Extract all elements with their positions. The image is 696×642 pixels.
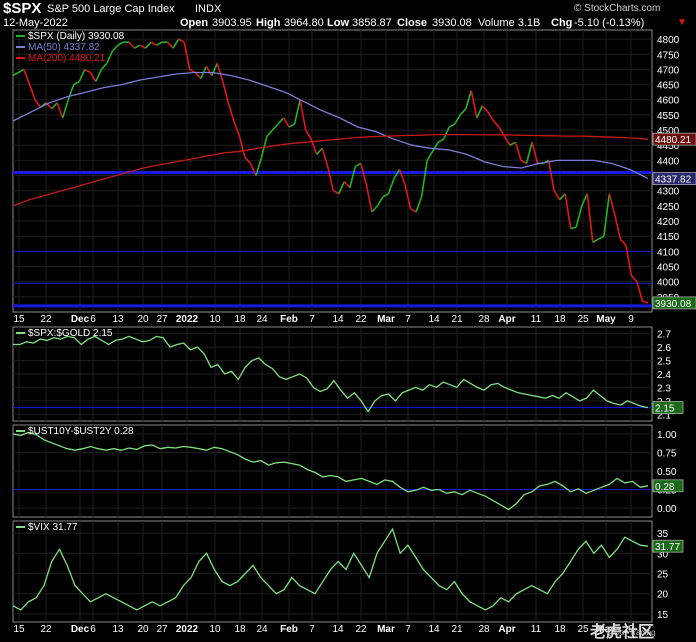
x-tick-label: 13: [112, 624, 124, 635]
y-tick-label: 15: [657, 610, 669, 621]
x-tick-label: 2022: [176, 624, 199, 635]
y-tick-label: 4700: [657, 65, 680, 76]
y-tick-label: 0.75: [657, 448, 677, 459]
x-tick-label: 15: [13, 314, 25, 325]
y-tick-label: 4600: [657, 96, 680, 107]
y-tick-label: 4300: [657, 187, 680, 198]
x-tick-label: 18: [234, 314, 246, 325]
x-tick-label: 14: [428, 314, 440, 325]
panel-frame-price: [12, 29, 653, 313]
y-tick-label: 4550: [657, 111, 680, 122]
x-tick-label: Apr: [498, 314, 515, 325]
last-value-label: 0.28: [655, 482, 675, 493]
y-tick-label: 4800: [657, 35, 680, 46]
x-tick-label: 18: [554, 624, 566, 635]
last-value-label: 31.77: [655, 542, 680, 553]
y-tick-label: 4000: [657, 278, 680, 289]
x-tick-label: 6: [90, 314, 96, 325]
legend-label: $SPX (Daily) 3930.08: [28, 31, 125, 42]
legend-label: $VIX 31.77: [28, 522, 78, 533]
chart-canvas: 3950400040504100415042004250430043504400…: [12, 29, 696, 635]
x-tick-label: 21: [451, 314, 463, 325]
x-tick-label: 14: [428, 624, 440, 635]
y-tick-label: 2.5: [657, 357, 671, 368]
last-value-label: 2.15: [655, 404, 675, 415]
x-tick-label: 24: [256, 624, 268, 635]
y-tick-label: 4100: [657, 247, 680, 258]
y-tick-label: 0.50: [657, 467, 677, 478]
x-tick-label: Feb: [280, 624, 298, 635]
x-tick-label: 20: [137, 314, 149, 325]
panel-frame-vix: [12, 520, 653, 623]
x-tick-label: 20: [137, 624, 149, 635]
y-tick-label: 20: [657, 590, 669, 601]
x-tick-label: Mar: [377, 624, 395, 635]
y-tick-label: 4650: [657, 81, 680, 92]
x-tick-label: 24: [256, 314, 268, 325]
x-tick-label: 14: [332, 314, 344, 325]
x-tick-label: Dec: [71, 624, 90, 635]
x-tick-label: 11: [531, 314, 542, 325]
y-tick-label: 1.00: [657, 430, 677, 441]
x-tick-label: 28: [478, 314, 490, 325]
x-tick-label: 11: [531, 624, 542, 635]
x-tick-label: Dec: [71, 314, 90, 325]
y-tick-label: 35: [657, 529, 669, 540]
x-tick-label: 9: [628, 314, 634, 325]
x-tick-label: 14: [332, 624, 344, 635]
legend-label: MA(200) 4480.21: [28, 53, 106, 64]
x-tick-label: 7: [405, 624, 411, 635]
x-tick-label: Mar: [377, 314, 395, 325]
y-tick-label: 4150: [657, 232, 680, 243]
x-tick-label: 22: [355, 314, 367, 325]
y-tick-label: 4050: [657, 263, 680, 274]
y-tick-label: 4400: [657, 156, 680, 167]
y-tick-label: 25: [657, 570, 669, 581]
x-tick-label: 25: [577, 624, 589, 635]
y-tick-label: 2.7: [657, 330, 671, 341]
y-tick-label: 2.6: [657, 343, 671, 354]
x-tick-label: 22: [40, 314, 52, 325]
x-tick-label: 2022: [176, 314, 199, 325]
y-tick-label: 2.3: [657, 383, 671, 394]
x-tick-label: 6: [90, 624, 96, 635]
last-value-label: 3930.08: [655, 299, 692, 310]
x-tick-label: 7: [309, 624, 315, 635]
x-tick-label: 15: [13, 624, 25, 635]
legend-label: $SPX:$GOLD 2.15: [28, 328, 113, 339]
x-tick-label: 7: [405, 314, 411, 325]
last-value-label: 4337.82: [655, 175, 692, 186]
x-tick-label: 27: [156, 624, 168, 635]
x-tick-label: 18: [234, 624, 246, 635]
y-tick-label: 4200: [657, 217, 680, 228]
x-tick-label: 21: [451, 624, 463, 635]
x-tick-label: 22: [40, 624, 52, 635]
x-tick-label: 13: [112, 314, 124, 325]
y-tick-label: 0.00: [657, 504, 677, 515]
legend-label: $UST10Y-$UST2Y 0.28: [28, 426, 134, 437]
x-tick-label: Apr: [498, 624, 515, 635]
last-value-label: 4480.21: [655, 135, 692, 146]
x-tick-label: 22: [355, 624, 367, 635]
x-tick-label: 27: [156, 314, 168, 325]
y-tick-label: 4250: [657, 202, 680, 213]
y-tick-label: 2.4: [657, 370, 671, 381]
x-tick-label: Feb: [280, 314, 298, 325]
x-tick-label: 10: [209, 624, 221, 635]
x-tick-label: 28: [478, 624, 490, 635]
legend-label: MA(50) 4337.82: [28, 42, 100, 53]
x-tick-label: 7: [309, 314, 315, 325]
x-tick-label: May: [596, 314, 616, 325]
x-tick-label: 18: [554, 314, 566, 325]
y-tick-label: 4750: [657, 50, 680, 61]
x-tick-label: 25: [577, 314, 589, 325]
author-handle: @Do_Trading: [606, 628, 656, 637]
x-tick-label: 10: [209, 314, 221, 325]
